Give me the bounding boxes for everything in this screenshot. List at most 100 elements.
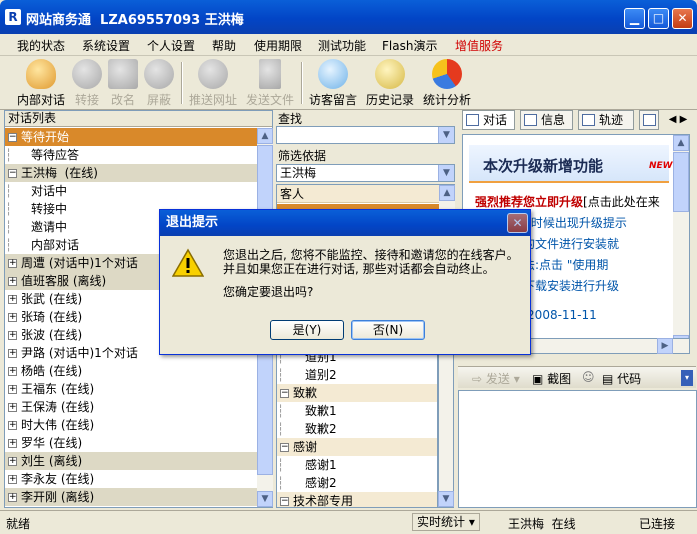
scroll-thumb[interactable] bbox=[673, 152, 689, 212]
filter-dropdown[interactable]: 王洪梅 ▼ bbox=[276, 164, 455, 182]
expand-icon[interactable]: + bbox=[8, 295, 17, 304]
screenshot-button[interactable]: ▣ 截图 bbox=[532, 370, 571, 387]
menu-help[interactable]: 帮助 bbox=[212, 37, 236, 54]
realtime-stats-button[interactable]: 实时统计 ▾ bbox=[412, 513, 480, 531]
reply-item[interactable]: ┆ 感谢1 bbox=[277, 456, 437, 474]
collapse-icon[interactable]: − bbox=[8, 169, 17, 178]
expand-icon[interactable]: + bbox=[8, 403, 17, 412]
expand-icon[interactable]: + bbox=[8, 331, 17, 340]
compose-expand-icon[interactable]: ▾ bbox=[681, 370, 693, 386]
search-dropdown[interactable]: ▼ bbox=[276, 126, 455, 144]
message-input[interactable] bbox=[458, 390, 697, 508]
close-button[interactable]: ✕ bbox=[672, 8, 693, 29]
expand-icon[interactable]: + bbox=[8, 277, 17, 286]
tree-item-label: 对话中 bbox=[31, 184, 68, 198]
tab-track[interactable]: 轨迹 bbox=[578, 110, 634, 130]
tree-group-row[interactable]: + 时大伟 (在线) bbox=[5, 416, 257, 434]
tree-group-row[interactable]: + 李开刚 (离线) bbox=[5, 488, 257, 506]
tree-child-item[interactable]: ┆ 对话中 bbox=[5, 182, 257, 200]
tree-item-label: 内部对话 bbox=[31, 238, 80, 252]
quick-reply-scrollbar[interactable]: ▼ bbox=[438, 346, 454, 508]
tree-child-item[interactable]: ┆ 等待应答 bbox=[5, 146, 257, 164]
visitor-message-button[interactable]: 访客留言 bbox=[307, 59, 359, 108]
tree-group-row[interactable]: + 王福东 (在线) bbox=[5, 380, 257, 398]
expand-icon[interactable]: + bbox=[8, 421, 17, 430]
smiley-icon[interactable]: ☺ bbox=[582, 370, 595, 384]
collapse-icon[interactable]: − bbox=[280, 389, 289, 398]
internal-chat-icon bbox=[26, 59, 56, 89]
expand-icon[interactable]: + bbox=[8, 457, 17, 466]
expand-icon[interactable]: + bbox=[8, 385, 17, 394]
collapse-icon[interactable]: − bbox=[280, 443, 289, 452]
tab-chat[interactable]: 对话 bbox=[462, 110, 515, 130]
expand-icon[interactable]: + bbox=[8, 313, 17, 322]
maximize-button[interactable]: □ bbox=[648, 8, 669, 29]
expand-icon[interactable]: + bbox=[8, 493, 17, 502]
upgrade-link[interactable]: [点击此处在来 bbox=[583, 195, 660, 209]
reply-item[interactable]: ┆ 致歉1 bbox=[277, 402, 437, 420]
yes-button[interactable]: 是(Y) bbox=[270, 320, 344, 340]
transfer-button[interactable]: 转接 bbox=[71, 59, 103, 108]
reply-group-row[interactable]: − 技术部专用 bbox=[277, 492, 437, 507]
scroll-up-button[interactable]: ▲ bbox=[673, 135, 689, 151]
push-url-button[interactable]: 推送网址 bbox=[187, 59, 239, 108]
tree-group-row[interactable]: − 等待开始 bbox=[5, 128, 257, 146]
internal-chat-button[interactable]: 内部对话 bbox=[15, 59, 67, 108]
menu-my-status[interactable]: 我的状态 bbox=[17, 37, 65, 54]
chevron-down-icon[interactable]: ▼ bbox=[438, 127, 454, 143]
menu-system-settings[interactable]: 系统设置 bbox=[82, 37, 130, 54]
tree-group-row[interactable]: + 李永友 (在线) bbox=[5, 470, 257, 488]
scroll-up-button[interactable]: ▲ bbox=[257, 128, 273, 144]
reply-group-row[interactable]: − 感谢 bbox=[277, 438, 437, 456]
rename-button[interactable]: 改名 bbox=[107, 59, 139, 108]
filter-value: 王洪梅 bbox=[280, 166, 317, 180]
dialog-close-button[interactable]: ✕ bbox=[507, 213, 528, 233]
tree-group-row[interactable]: + 刘生 (离线) bbox=[5, 452, 257, 470]
scroll-up-button[interactable]: ▲ bbox=[439, 185, 455, 201]
block-button[interactable]: 屏蔽 bbox=[143, 59, 175, 108]
tree-group-row[interactable]: + 杨皓 (在线) bbox=[5, 362, 257, 380]
history-button[interactable]: 历史记录 bbox=[364, 59, 416, 108]
expand-icon[interactable]: + bbox=[8, 439, 17, 448]
dialog-title-bar[interactable]: 退出提示 bbox=[160, 210, 530, 236]
quick-reply-tree: ┆ 道别1 ┆ 道别2− 致歉 ┆ 致歉1 ┆ 致歉2− 感谢 ┆ 感谢1 ┆ 感谢2− 技术部专… bbox=[276, 346, 438, 508]
reply-group-row[interactable]: − 致歉 bbox=[277, 384, 437, 402]
reply-item[interactable]: ┆ 感谢2 bbox=[277, 474, 437, 492]
tree-group-row[interactable]: + 罗华 (在线) bbox=[5, 434, 257, 452]
expand-icon[interactable]: + bbox=[8, 259, 17, 268]
tree-group-row[interactable]: + 王保涛 (在线) bbox=[5, 398, 257, 416]
expand-icon[interactable]: + bbox=[8, 349, 17, 358]
scroll-right-button[interactable]: ▶ bbox=[657, 338, 673, 354]
menu-value-added[interactable]: 增值服务 bbox=[455, 37, 503, 54]
status-user: 王洪梅 在线 bbox=[508, 517, 576, 531]
upgrade-line[interactable]: 强烈推荐您立即升级[点击此处在来 bbox=[475, 193, 660, 210]
tab-scroll-arrows[interactable]: ◀ ▶ bbox=[663, 112, 693, 128]
no-button[interactable]: 否(N) bbox=[351, 320, 425, 340]
info-scrollbar[interactable]: ▲ ▼ bbox=[673, 135, 689, 351]
expand-icon[interactable]: + bbox=[8, 367, 17, 376]
chevron-down-icon[interactable]: ▼ bbox=[438, 165, 454, 181]
minimize-button[interactable]: ▁ bbox=[624, 8, 645, 29]
send-button[interactable]: ⇨ 发送 ▾ bbox=[472, 370, 520, 387]
collapse-icon[interactable]: − bbox=[280, 497, 289, 506]
reply-label: 道别2 bbox=[305, 368, 337, 382]
expand-icon[interactable]: + bbox=[8, 475, 17, 484]
reply-item[interactable]: ┆ 道别2 bbox=[277, 366, 437, 384]
send-file-button[interactable]: 发送文件 bbox=[244, 59, 296, 108]
collapse-icon[interactable]: − bbox=[8, 133, 17, 142]
scroll-down-button[interactable]: ▼ bbox=[257, 491, 273, 507]
reply-item[interactable]: ┆ 致歉2 bbox=[277, 420, 437, 438]
send-file-label: 发送文件 bbox=[245, 93, 294, 107]
tab-more[interactable] bbox=[639, 110, 659, 130]
statistics-button[interactable]: 统计分析 bbox=[421, 59, 473, 108]
menu-usage-period[interactable]: 使用期限 bbox=[254, 37, 302, 54]
tab-info[interactable]: 信息 bbox=[520, 110, 573, 130]
menu-flash-demo[interactable]: Flash演示 bbox=[382, 37, 437, 54]
visitor-message-icon bbox=[318, 59, 348, 89]
code-button[interactable]: ▤ 代码 bbox=[602, 370, 641, 387]
menu-personal-settings[interactable]: 个人设置 bbox=[147, 37, 195, 54]
title-bar[interactable]: R 网站商务通 LZA69557093 王洪梅 ▁ □ ✕ bbox=[0, 0, 697, 34]
menu-test-features[interactable]: 测试功能 bbox=[318, 37, 366, 54]
scroll-down-button[interactable]: ▼ bbox=[438, 491, 454, 507]
tree-group-row[interactable]: − 王洪梅 (在线) bbox=[5, 164, 257, 182]
